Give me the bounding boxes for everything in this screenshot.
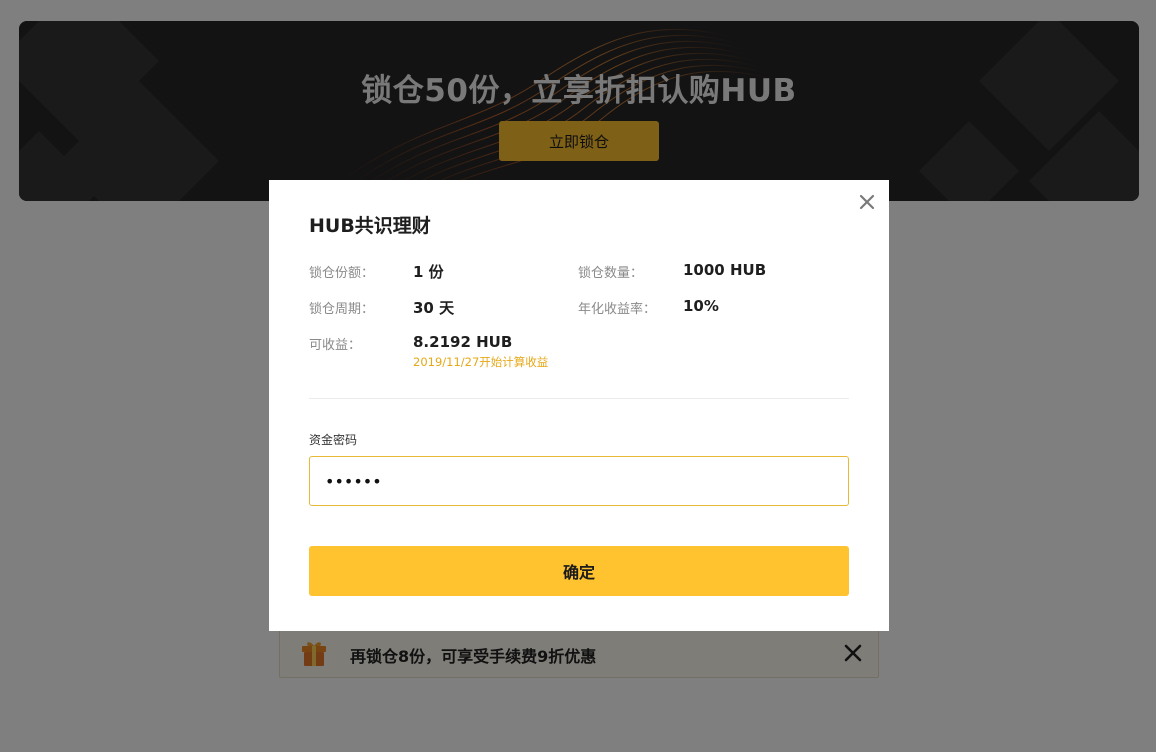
shares-value: 1 份	[413, 263, 444, 281]
earnings-label: 可收益：	[309, 338, 362, 353]
fund-password-label: 资金密码	[309, 433, 358, 447]
period-value: 30 天	[413, 299, 455, 317]
earnings-start-note: 2019/11/27开始计算收益	[413, 355, 549, 369]
dialog-title: HUB共识理财	[309, 215, 431, 237]
shares-label: 锁仓份额：	[309, 266, 375, 281]
amount-value: 1000 HUB	[683, 261, 767, 279]
close-icon[interactable]	[859, 194, 875, 210]
divider	[309, 398, 849, 399]
rate-label: 年化收益率：	[578, 302, 657, 317]
lock-confirm-dialog: HUB共识理财 锁仓份额： 1 份 锁仓数量： 1000 HUB 锁仓周期： 3…	[269, 180, 889, 631]
fund-password-input[interactable]	[309, 456, 849, 506]
period-label: 锁仓周期：	[309, 302, 375, 317]
earnings-value: 8.2192 HUB	[413, 333, 513, 351]
confirm-button[interactable]: 确定	[309, 546, 849, 596]
rate-value: 10%	[683, 297, 719, 315]
amount-label: 锁仓数量：	[578, 266, 644, 281]
